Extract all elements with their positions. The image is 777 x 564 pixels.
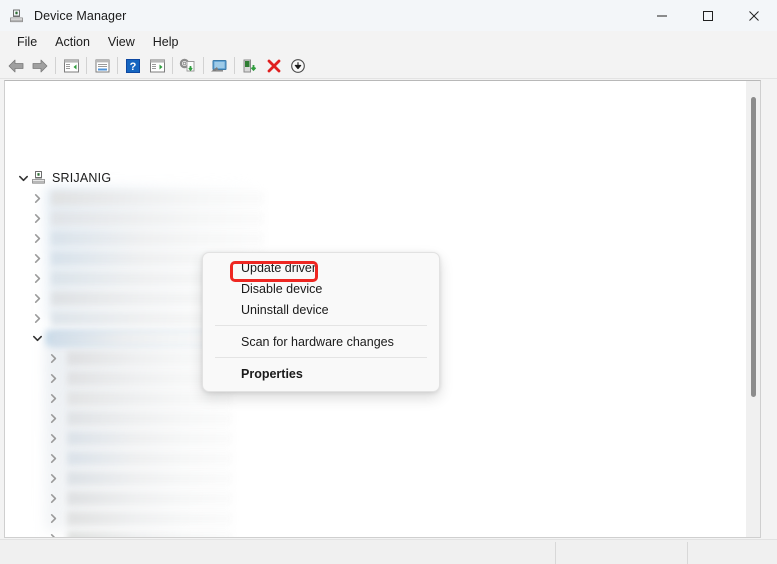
tree-item-label-redacted [67, 530, 233, 537]
tree-item-label-redacted [51, 330, 223, 346]
chevron-right-icon[interactable] [45, 370, 61, 386]
tree-item[interactable] [45, 508, 233, 528]
context-menu-separator-2 [215, 357, 427, 358]
tree-item[interactable] [45, 528, 233, 537]
menu-view[interactable]: View [99, 33, 144, 51]
tree-item-label-redacted [67, 390, 233, 406]
menu-help[interactable]: Help [144, 33, 188, 51]
tree-item-label-redacted [67, 450, 233, 466]
toolbar-separator-5 [203, 57, 204, 74]
status-bar [0, 539, 777, 564]
disable-device-button[interactable] [286, 54, 310, 77]
chevron-right-icon[interactable] [45, 410, 61, 426]
show-hide-action-pane-button[interactable] [145, 54, 169, 77]
chevron-right-icon[interactable] [45, 470, 61, 486]
toolbar-separator-2 [86, 57, 87, 74]
toolbar: ? [0, 53, 777, 78]
chevron-right-icon[interactable] [29, 290, 45, 306]
tree-item-label-redacted [67, 430, 233, 446]
maximize-button[interactable] [685, 0, 731, 31]
toolbar-separator-3 [117, 57, 118, 74]
status-bar-divider-1 [555, 542, 556, 564]
toolbar-separator-4 [172, 57, 173, 74]
window-title: Device Manager [34, 8, 127, 23]
context-menu-item-update-driver[interactable]: Update driver [203, 257, 439, 278]
update-driver-button[interactable] [176, 54, 200, 77]
tree-item[interactable] [45, 468, 233, 488]
title-bar: Device Manager [0, 0, 777, 31]
tree-item-label-redacted [67, 470, 233, 486]
tree-item[interactable] [45, 488, 233, 508]
chevron-right-icon[interactable] [29, 210, 45, 226]
chevron-right-icon[interactable] [29, 190, 45, 206]
tree-root-label: SRIJANIG [52, 171, 112, 185]
chevron-right-icon[interactable] [29, 310, 45, 326]
tree-item-label-redacted [67, 410, 233, 426]
back-button[interactable] [4, 54, 28, 77]
device-manager-icon [9, 8, 25, 24]
chevron-right-icon[interactable] [45, 430, 61, 446]
svg-text:?: ? [130, 61, 137, 73]
chevron-right-icon[interactable] [45, 490, 61, 506]
help-button[interactable]: ? [121, 54, 145, 77]
tree-item[interactable] [45, 428, 233, 448]
forward-button[interactable] [28, 54, 52, 77]
context-menu-item-uninstall-device[interactable]: Uninstall device [203, 299, 439, 320]
tree-item-label-redacted [67, 510, 233, 526]
minimize-button[interactable] [639, 0, 685, 31]
chevron-right-icon[interactable] [45, 350, 61, 366]
caption-button-group [639, 0, 777, 31]
properties-button[interactable] [90, 54, 114, 77]
tree-item-label-redacted [51, 190, 265, 206]
chevron-right-icon[interactable] [45, 510, 61, 526]
context-menu-item-properties[interactable]: Properties [203, 363, 439, 384]
tree-item[interactable] [29, 228, 265, 248]
chevron-right-icon[interactable] [45, 390, 61, 406]
enable-device-button[interactable] [238, 54, 262, 77]
tree-item[interactable] [29, 328, 223, 348]
chevron-right-icon[interactable] [29, 250, 45, 266]
tree-item-label-redacted [67, 490, 233, 506]
toolbar-separator-1 [55, 57, 56, 74]
chevron-down-icon[interactable] [29, 330, 45, 346]
context-menu[interactable]: Update driver Disable device Uninstall d… [202, 252, 440, 392]
context-menu-separator-1 [215, 325, 427, 326]
menu-action[interactable]: Action [46, 33, 99, 51]
tree-item-label-redacted [51, 210, 265, 226]
chevron-right-icon[interactable] [29, 230, 45, 246]
context-menu-item-scan-for-hardware-changes[interactable]: Scan for hardware changes [203, 331, 439, 352]
tree-item[interactable] [29, 188, 265, 208]
tree-item[interactable] [45, 448, 233, 468]
menu-file[interactable]: File [8, 33, 46, 51]
chevron-right-icon[interactable] [29, 270, 45, 286]
scan-hardware-changes-button[interactable] [207, 54, 231, 77]
uninstall-device-button[interactable] [262, 54, 286, 77]
status-bar-divider-2 [687, 542, 688, 564]
device-manager-window: Device Manager File Action View Help ? S… [0, 0, 777, 564]
show-hide-console-tree-button[interactable] [59, 54, 83, 77]
context-menu-item-disable-device[interactable]: Disable device [203, 278, 439, 299]
close-button[interactable] [731, 0, 777, 31]
toolbar-bottom-border [0, 78, 777, 79]
computer-icon [31, 170, 47, 186]
chevron-down-icon[interactable] [15, 170, 31, 186]
vertical-scrollbar[interactable] [745, 81, 760, 537]
chevron-right-icon[interactable] [45, 450, 61, 466]
tree-root-row[interactable]: SRIJANIG [15, 168, 111, 188]
toolbar-separator-6 [234, 57, 235, 74]
tree-item-label-redacted [51, 230, 265, 246]
chevron-right-icon[interactable] [45, 530, 61, 537]
menu-bar: File Action View Help [0, 31, 777, 53]
scrollbar-thumb[interactable] [751, 97, 756, 397]
tree-item[interactable] [29, 208, 265, 228]
tree-item[interactable] [45, 408, 233, 428]
